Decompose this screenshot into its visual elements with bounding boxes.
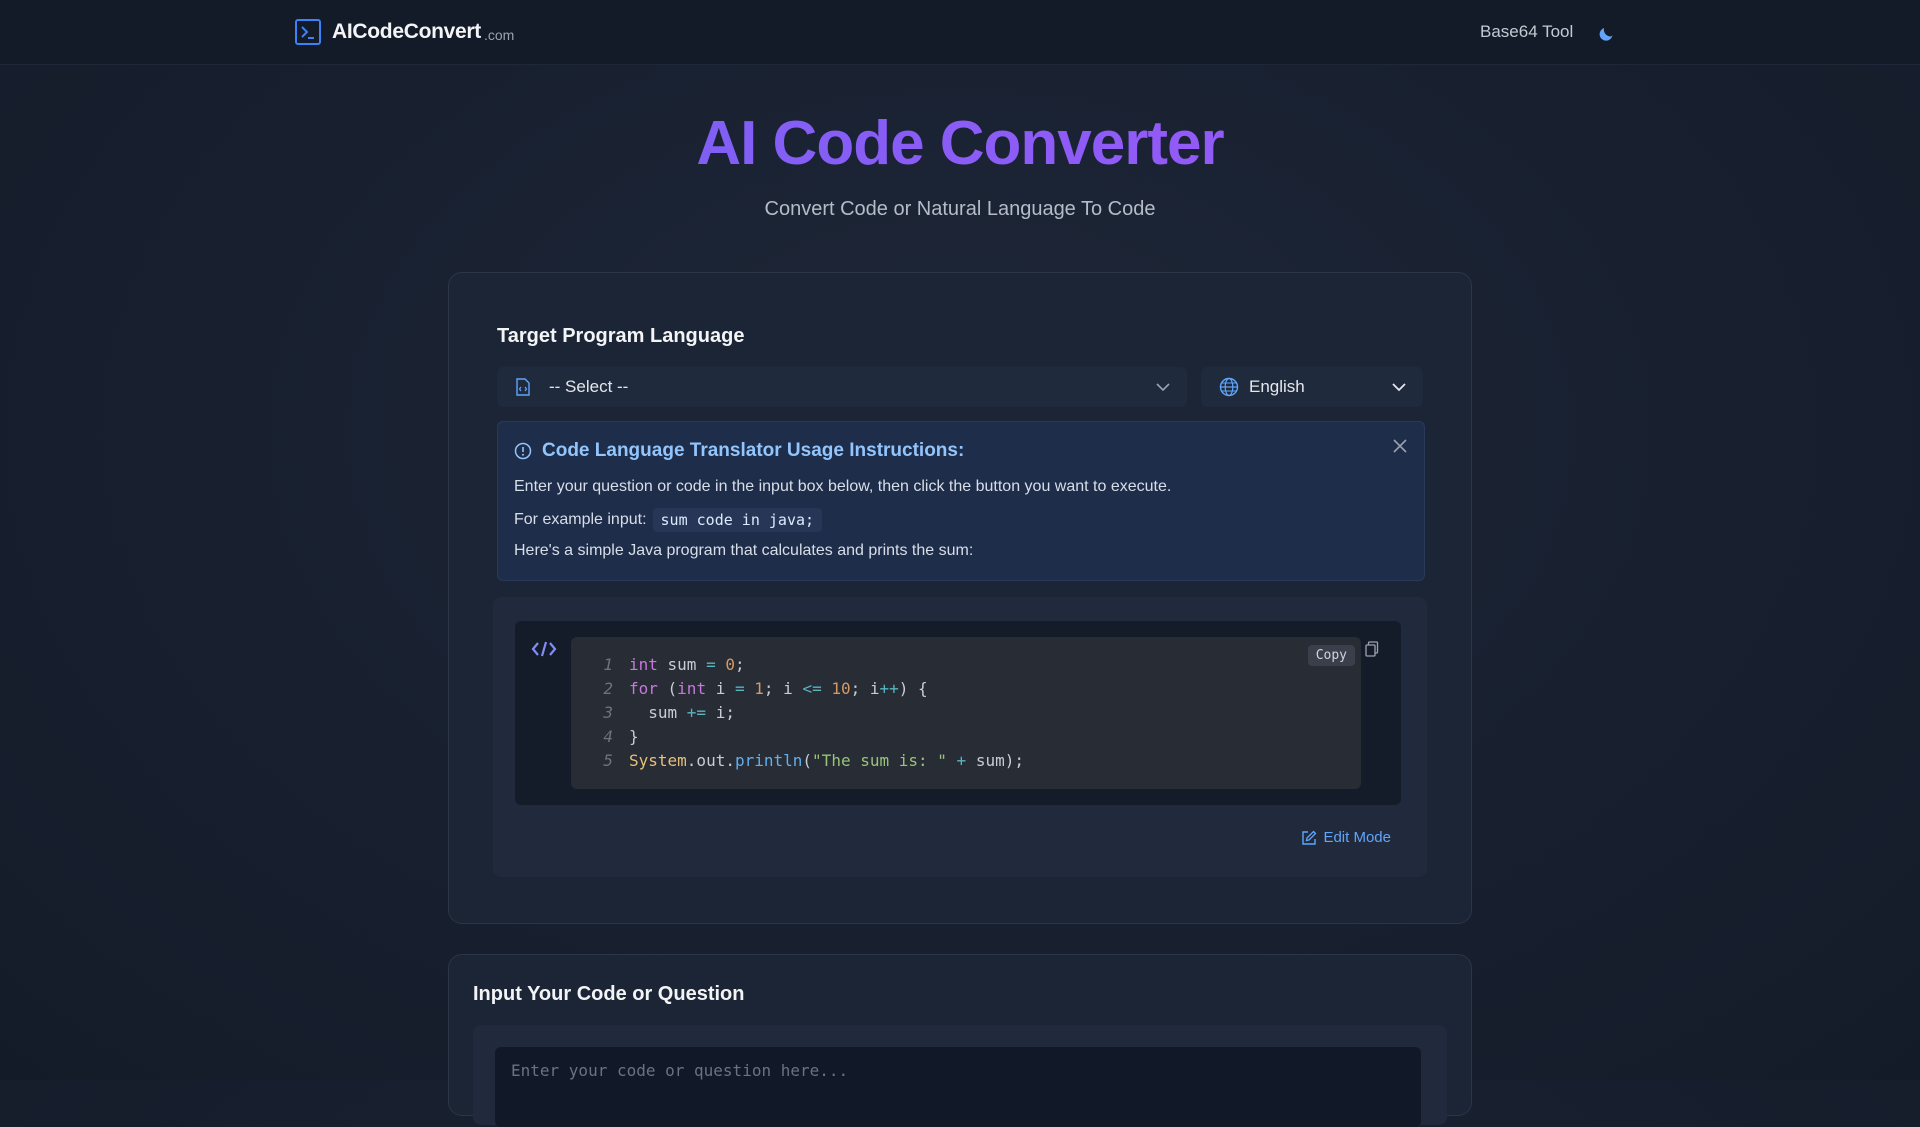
copy-code-button[interactable]: Copy	[1307, 645, 1355, 666]
close-icon[interactable]	[1392, 438, 1408, 454]
terminal-icon	[295, 19, 321, 45]
example-input-code: sum code in java;	[652, 508, 823, 532]
code-block: 1 int sum = 0; 2 for (int i = 1; i <= 10; …	[571, 637, 1361, 789]
output-language-select[interactable]: English	[1201, 367, 1423, 407]
brand-logo-link[interactable]: AICodeConvert .com	[294, 18, 514, 46]
instructions-line-1: Enter your question or code in the input…	[514, 478, 1172, 495]
moon-icon[interactable]	[1598, 22, 1618, 42]
output-language-value: English	[1249, 377, 1305, 396]
target-language-value: -- Select --	[549, 377, 629, 396]
input-wrapper	[473, 1025, 1447, 1127]
page-title: AI Code Converter	[0, 108, 1920, 179]
example-code-panel: 1 int sum = 0; 2 for (int i = 1; i <= 10; …	[493, 597, 1427, 877]
instructions-line-3: Here's a simple Java program that calcul…	[514, 542, 974, 559]
clipboard-icon[interactable]	[1365, 641, 1379, 657]
instructions-title: Code Language Translator Usage Instructi…	[542, 440, 965, 461]
converter-card: Target Program Language -- Select -- Eng…	[448, 272, 1472, 924]
code-question-input[interactable]	[495, 1047, 1421, 1127]
instructions-example-label: For example input:	[514, 511, 647, 528]
code-tag-icon	[531, 641, 557, 657]
brand-name: AICodeConvert	[332, 20, 481, 43]
instructions-line-2: For example input: sum code in java;	[514, 508, 823, 532]
code-line: 4}	[603, 727, 639, 746]
info-circle-icon	[514, 442, 532, 460]
page-subtitle: Convert Code or Natural Language To Code	[764, 198, 1156, 220]
target-language-select[interactable]: -- Select --	[497, 367, 1187, 407]
code-line: 3 sum += i;	[603, 703, 735, 722]
edit-icon	[1302, 830, 1317, 845]
code-line: 1 int sum = 0;	[603, 655, 745, 674]
chevron-down-icon	[1392, 383, 1406, 392]
code-lines: 1 int sum = 0; 2 for (int i = 1; i <= 10; …	[593, 653, 1024, 773]
code-line: 5 System.out.println("The sum is: " + sum…	[603, 751, 1024, 770]
top-navbar: AICodeConvert .com Base64 Tool	[0, 0, 1920, 65]
nav-link-base64-tool[interactable]: Base64 Tool	[1480, 22, 1573, 42]
code-preview-wrapper: 1 int sum = 0; 2 for (int i = 1; i <= 10; …	[515, 621, 1401, 805]
edit-mode-button[interactable]: Edit Mode	[1301, 829, 1391, 846]
file-code-icon	[516, 378, 530, 396]
edit-mode-label: Edit Mode	[1323, 829, 1391, 846]
code-line: 2 for (int i = 1; i <= 10; i++) {	[603, 679, 928, 698]
chevron-down-icon	[1156, 383, 1170, 392]
input-card: Input Your Code or Question	[448, 954, 1472, 1127]
brand-tld: .com	[483, 26, 515, 43]
target-language-heading: Target Program Language	[497, 325, 745, 347]
usage-instructions-alert: Code Language Translator Usage Instructi…	[497, 421, 1425, 581]
input-heading: Input Your Code or Question	[473, 983, 745, 1005]
globe-icon	[1219, 377, 1239, 397]
